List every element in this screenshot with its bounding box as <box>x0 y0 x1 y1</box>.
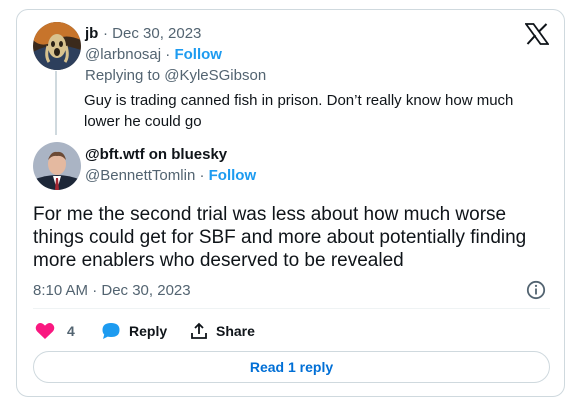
parent-handle[interactable]: @larbnosaj <box>85 46 161 63</box>
parent-avatar[interactable] <box>33 22 81 70</box>
parent-follow-button[interactable]: Follow <box>174 46 222 63</box>
reply-label: Reply <box>129 323 168 339</box>
share-label: Share <box>216 323 255 339</box>
parent-date[interactable]: Dec 30, 2023 <box>112 25 201 42</box>
like-button[interactable]: 4 <box>35 322 75 340</box>
reply-bubble-icon <box>102 323 120 339</box>
replying-to-handle[interactable]: @KyleSGibson <box>164 67 266 84</box>
like-count: 4 <box>67 323 75 339</box>
thread-connector-line <box>55 71 57 135</box>
parent-tweet-text: Guy is trading canned fish in prison. Do… <box>84 92 514 130</box>
main-follow-button[interactable]: Follow <box>209 167 257 184</box>
main-handle-line: @BennettTomlin · Follow <box>85 167 257 184</box>
actions-divider <box>33 308 550 309</box>
replying-to-line: Replying to @KyleSGibson <box>85 67 266 84</box>
main-tweet-text: For me the second trial was less about h… <box>33 204 527 271</box>
share-button[interactable]: Share <box>190 322 255 340</box>
reply-button[interactable]: Reply <box>101 322 167 340</box>
replying-to-prefix: Replying to <box>85 67 161 84</box>
read-replies-button[interactable]: Read 1 reply <box>33 351 550 383</box>
info-icon[interactable] <box>526 280 546 300</box>
main-display-name[interactable]: @bft.wtf on bluesky <box>85 146 227 163</box>
main-avatar[interactable] <box>33 142 81 190</box>
tweet-timestamp[interactable]: 8:10 AM · Dec 30, 2023 <box>33 282 191 299</box>
share-icon <box>191 322 207 339</box>
parent-handle-line: @larbnosaj · Follow <box>85 46 222 63</box>
heart-icon <box>35 322 55 339</box>
main-handle[interactable]: @BennettTomlin <box>85 167 195 184</box>
parent-display-name[interactable]: jb <box>85 25 98 42</box>
parent-date-line: · Dec 30, 2023 <box>103 25 202 42</box>
read-replies-label: Read 1 reply <box>249 359 334 375</box>
x-logo-icon[interactable] <box>525 23 549 45</box>
